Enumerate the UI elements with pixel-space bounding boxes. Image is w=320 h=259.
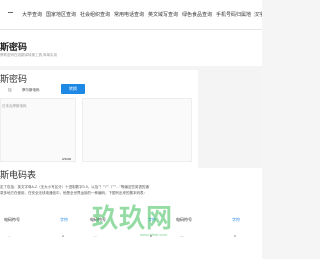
convert-button[interactable]: 转换	[61, 84, 85, 94]
th-code-3: 电码符号	[176, 217, 192, 222]
header-band	[0, 30, 262, 66]
desc-line-2: 录多地方在使用，在安全无线电通信中，他是全世界运用的一种编码，下图列出来的基本码…	[0, 191, 147, 195]
cell-char-a: A	[62, 234, 65, 238]
cell-code-c: -·-·	[180, 234, 184, 238]
watermark-url: www.99sb.com	[140, 232, 167, 237]
nav-item-org[interactable]: 社会组织查询	[80, 11, 110, 18]
th-char-1: 字符	[60, 217, 68, 222]
cell-code-a: ·-	[8, 234, 10, 238]
char-counter: 0/3000	[62, 157, 72, 161]
nav-item-hanzi[interactable]: 汉字	[254, 11, 262, 18]
nav-item-food[interactable]: 绿色食品查询	[182, 11, 212, 18]
tab-encrypt[interactable]: 加	[8, 88, 12, 93]
tab-morse[interactable]: 摩尔斯电码	[22, 88, 40, 93]
table-title: 斯电码表	[0, 170, 37, 180]
page-title: 斯密码	[0, 42, 28, 52]
nav-item-university[interactable]: 大学查询	[22, 11, 42, 18]
tool-title: 斯密码	[0, 74, 28, 84]
input-placeholder: 日本出摩斯电码	[2, 104, 27, 108]
nav-item-mobile[interactable]: 手机号码归属地	[216, 11, 251, 18]
cell-char-c: C	[234, 234, 237, 238]
nav-item-phone[interactable]: 常用电话查询	[114, 11, 144, 18]
th-char-3: 字符	[232, 217, 240, 222]
top-nav: 大学查询 国家地区查询 社会组织查询 常用电话查询 英文域写查询 绿色食品查询 …	[0, 0, 262, 30]
watermark-logo: 玖玖网	[92, 203, 174, 233]
menu-icon[interactable]	[8, 10, 14, 16]
breadcrumb: 摩斯密码在线翻译转换工具,简单实用	[0, 53, 57, 57]
nav-item-country[interactable]: 国家地区查询	[46, 11, 76, 18]
nav-item-abbr[interactable]: 英文域写查询	[148, 11, 178, 18]
page: 大学查询 国家地区查询 社会组织查询 常用电话查询 英文域写查询 绿色食品查询 …	[0, 0, 262, 259]
output-textarea[interactable]	[82, 98, 192, 162]
th-code-1: 电码符号	[4, 217, 20, 222]
